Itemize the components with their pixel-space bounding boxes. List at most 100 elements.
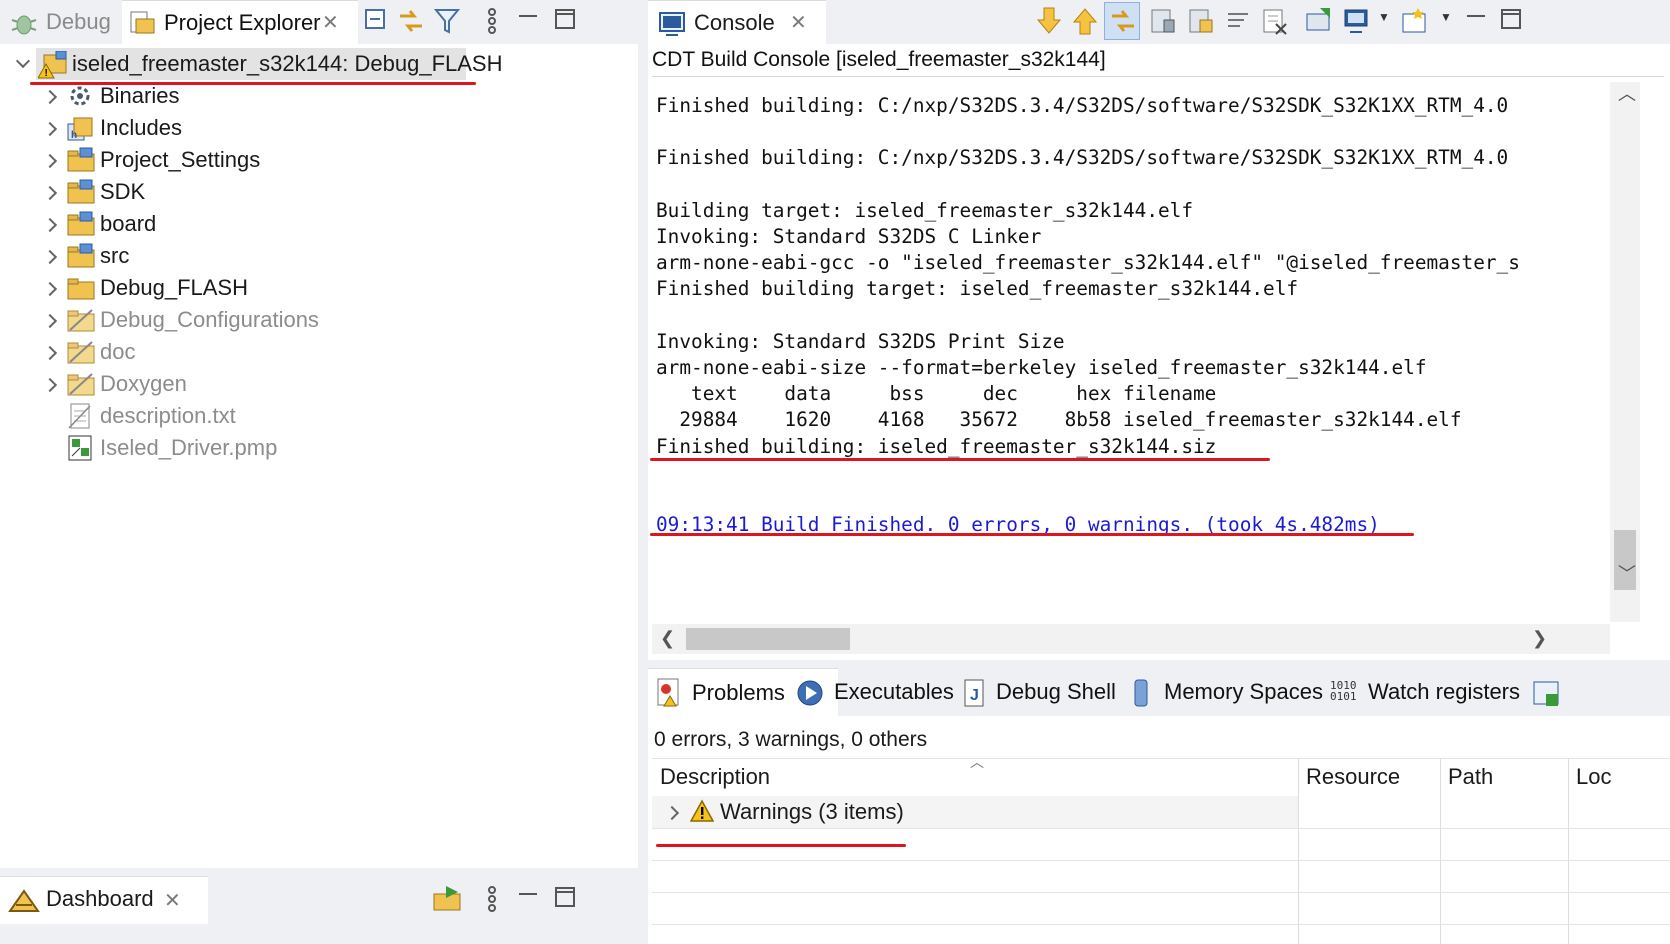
tree-item[interactable]: src <box>0 240 638 272</box>
tab-console[interactable]: Console ✕ <box>648 0 826 44</box>
executables-icon <box>797 680 823 706</box>
chevron-right-icon[interactable] <box>40 112 60 144</box>
tree-item[interactable]: Doxygen <box>0 368 638 400</box>
chevron-right-icon[interactable] <box>40 208 60 240</box>
chevron-right-icon[interactable] <box>662 796 682 828</box>
arrow-down-icon[interactable] <box>1034 6 1064 36</box>
horizontal-scrollbar[interactable]: ❮ ❯ <box>652 624 1610 654</box>
tree-item[interactable]: Debug_Configurations <box>0 304 638 336</box>
tab-memory-spaces[interactable]: Memory Spaces <box>1130 676 1326 710</box>
view-overflow-icon[interactable] <box>1532 680 1562 710</box>
scroll-right-icon[interactable]: ❯ <box>1532 628 1547 648</box>
tree-item[interactable]: Binaries <box>0 80 638 112</box>
tab-project-explorer[interactable]: Project Explorer ✕ <box>122 0 358 44</box>
console-line: 29884 1620 4168 35672 8b58 iseled_freema… <box>656 408 1462 432</box>
tree-item[interactable]: h Includes <box>0 112 638 144</box>
tab-debug-label: Debug <box>46 9 111 34</box>
left-tab-bar: Debug Project Explorer ✕ <box>0 0 638 44</box>
tree-root-label: iseled_freemaster_s32k144: Debug_FLASH <box>72 51 503 76</box>
vertical-scrollbar[interactable]: ︿ ﹀ <box>1610 82 1640 622</box>
tab-project-explorer-label: Project Explorer <box>164 10 321 35</box>
open-console-icon[interactable] <box>1342 6 1372 36</box>
table-row[interactable]: Warnings (3 items) <box>652 796 1298 828</box>
scrollbar-thumb[interactable] <box>686 628 850 650</box>
chevron-right-icon[interactable] <box>40 336 60 368</box>
column-header-path[interactable]: Path <box>1440 758 1568 796</box>
svg-text:h: h <box>71 130 77 141</box>
minimize-icon[interactable] <box>1462 6 1492 36</box>
new-console-icon[interactable] <box>1400 6 1430 36</box>
arrow-up-icon[interactable] <box>1070 6 1100 36</box>
highlight-underline <box>656 844 906 847</box>
problems-tab-bar: Problems ✕ Executables J Debug Shell Mem… <box>648 668 1670 716</box>
close-icon[interactable]: ✕ <box>164 891 181 911</box>
chevron-down-icon[interactable]: ▼ <box>1440 10 1452 24</box>
chevron-down-icon[interactable] <box>12 48 32 80</box>
chevron-right-icon[interactable] <box>40 240 60 272</box>
tree-item[interactable]: board <box>0 208 638 240</box>
scroll-up-icon[interactable]: ︿ <box>1618 84 1636 104</box>
chevron-right-icon[interactable] <box>40 368 60 400</box>
chevron-right-icon[interactable] <box>40 80 60 112</box>
tree-item-label: Project_Settings <box>100 147 261 172</box>
console-line: Building target: iseled_freemaster_s32k1… <box>656 198 1194 222</box>
tree-item[interactable]: doc <box>0 336 638 368</box>
divider <box>652 860 1670 861</box>
maximize-icon[interactable] <box>552 6 582 36</box>
view-menu-icon[interactable] <box>478 6 508 36</box>
tab-memory-spaces-label: Memory Spaces <box>1164 679 1323 704</box>
open-folder-icon[interactable] <box>432 884 462 914</box>
console-line: Finished building: iseled_freemaster_s32… <box>656 434 1217 458</box>
display-console-icon[interactable] <box>1304 6 1334 36</box>
tree-item[interactable]: Iseled_Driver.pmp <box>0 432 638 464</box>
chevron-down-icon[interactable]: ▼ <box>1378 10 1390 24</box>
minimize-icon[interactable] <box>514 6 544 36</box>
clear-console-icon[interactable] <box>1260 6 1290 36</box>
project-icon: ! <box>38 51 67 79</box>
divider <box>652 924 1670 925</box>
link-with-editor-icon[interactable] <box>396 6 426 36</box>
highlight-underline <box>650 458 1270 461</box>
scroll-down-icon[interactable]: ﹀ <box>1618 564 1636 584</box>
collapse-all-icon[interactable] <box>362 6 392 36</box>
console-output[interactable]: Finished building: C:/nxp/S32DS.3.4/S32D… <box>656 92 1608 622</box>
svg-text:J: J <box>970 687 979 704</box>
tree-item-label: SDK <box>100 179 146 204</box>
tree-item[interactable]: Debug_FLASH <box>0 272 638 304</box>
tree-item[interactable]: description.txt <box>0 400 638 432</box>
tree-item-label: Debug_Configurations <box>100 307 319 332</box>
debug-shell-icon: J <box>964 679 984 707</box>
chevron-right-icon[interactable] <box>40 144 60 176</box>
maximize-icon[interactable] <box>1498 6 1528 36</box>
maximize-icon[interactable] <box>552 884 582 914</box>
column-header-location[interactable]: Loc <box>1568 758 1670 796</box>
tree-item[interactable]: SDK <box>0 176 638 208</box>
scroll-left-icon[interactable]: ❮ <box>660 628 675 648</box>
tab-debug-shell[interactable]: J Debug Shell <box>962 676 1122 710</box>
tab-watch-registers[interactable]: 1010 0101 Watch registers <box>1330 676 1526 710</box>
warnings-group-label: Warnings (3 items) <box>720 799 904 824</box>
project-explorer-panel: Debug Project Explorer ✕ ! iseled_freema… <box>0 0 638 868</box>
pin-console-icon[interactable] <box>1148 6 1178 36</box>
chevron-right-icon[interactable] <box>40 304 60 336</box>
lock-console-icon[interactable] <box>1186 6 1216 36</box>
tab-dashboard[interactable]: Dashboard ✕ <box>0 876 208 924</box>
console-line: Finished building target: iseled_freemas… <box>656 277 1299 301</box>
tree-root-project[interactable]: ! iseled_freemaster_s32k144: Debug_FLASH <box>0 48 638 80</box>
tree-item[interactable]: Project_Settings <box>0 144 638 176</box>
word-wrap-icon[interactable] <box>1224 6 1254 36</box>
close-icon[interactable]: ✕ <box>322 13 339 33</box>
console-tab-bar: Console ✕ ▼ ▼ <box>648 0 1670 44</box>
column-header-resource[interactable]: Resource <box>1298 758 1440 796</box>
tree-item-label: Doxygen <box>100 371 187 396</box>
watch-registers-icon: 1010 0101 <box>1330 679 1357 703</box>
minimize-icon[interactable] <box>514 884 544 914</box>
tab-executables[interactable]: Executables <box>796 676 968 710</box>
close-icon[interactable]: ✕ <box>790 13 807 33</box>
chevron-right-icon[interactable] <box>40 176 60 208</box>
chevron-right-icon[interactable] <box>40 272 60 304</box>
view-menu-icon[interactable] <box>478 884 508 914</box>
filter-icon[interactable] <box>432 6 462 36</box>
tab-debug[interactable]: Debug <box>6 4 118 42</box>
tree-item-label: Iseled_Driver.pmp <box>100 435 278 460</box>
